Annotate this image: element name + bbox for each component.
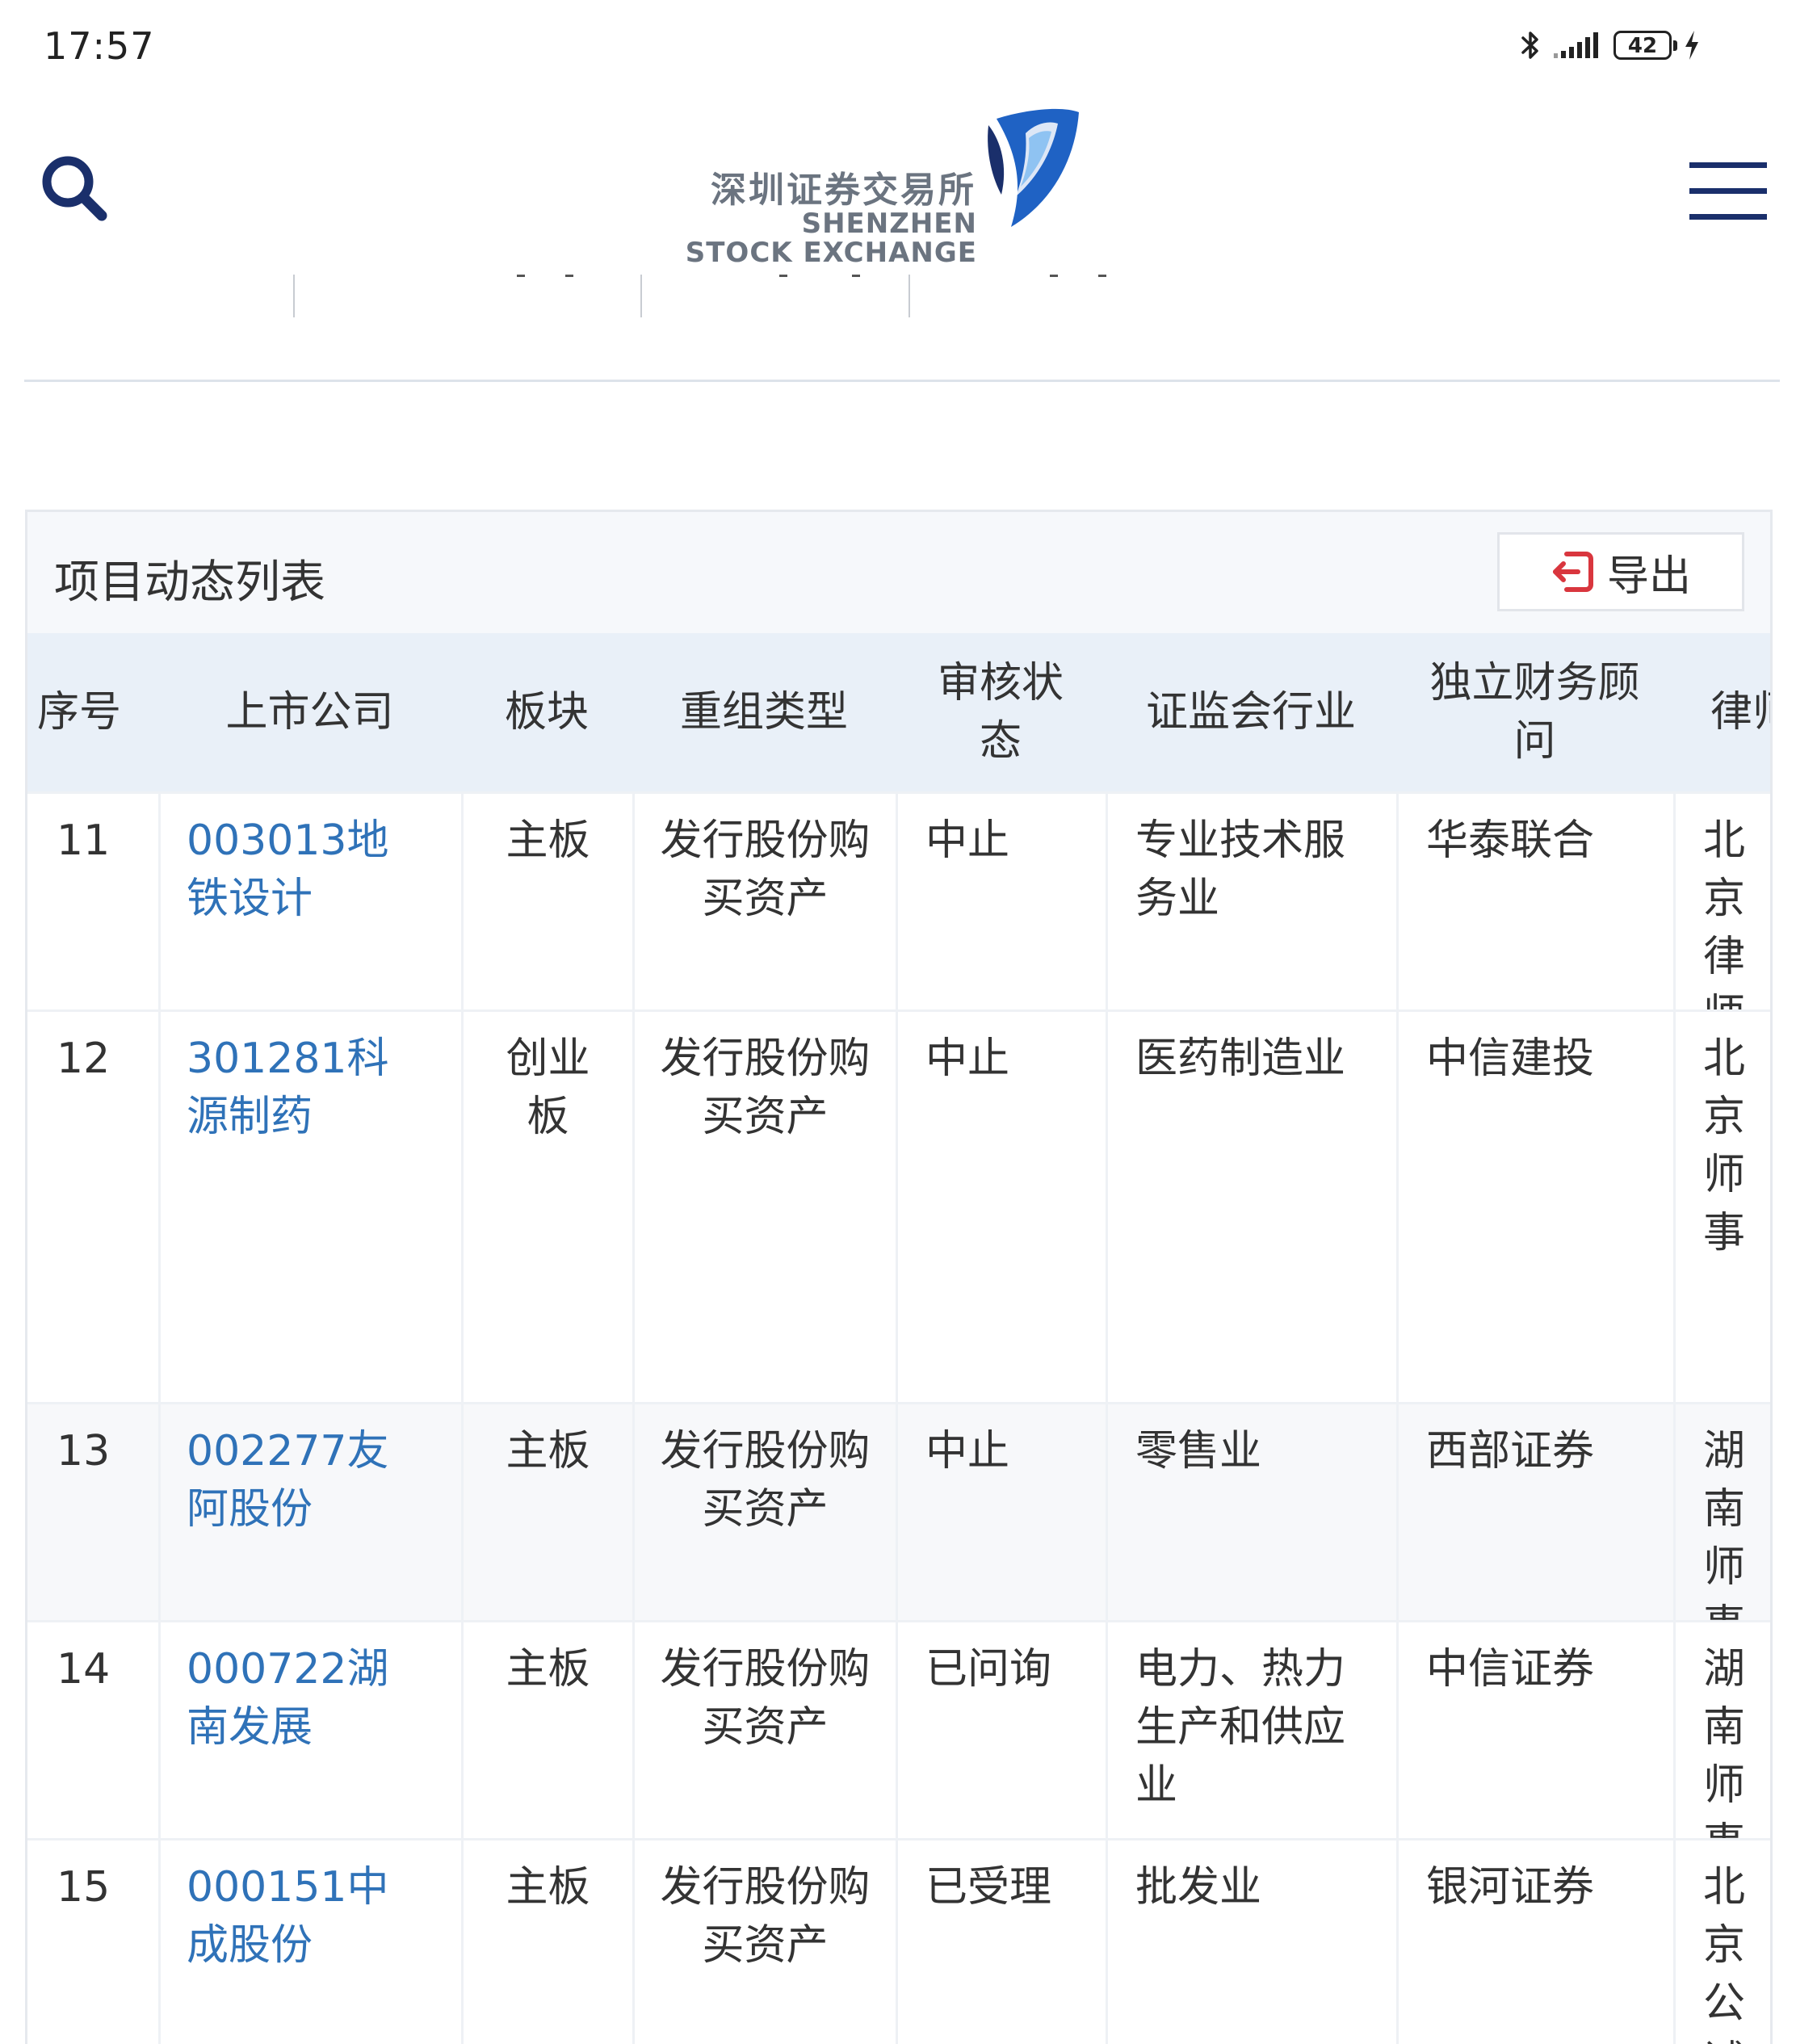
bluetooth-icon (1521, 31, 1538, 59)
tab-remnant-mark (779, 275, 787, 277)
column-header-no: 序号 (37, 688, 122, 737)
signal-icon (1554, 32, 1598, 58)
row-board: 创业板 (461, 1012, 632, 1402)
column-header-board: 板块 (504, 688, 589, 737)
logo-chinese-name: 深圳证券交易所 (711, 170, 976, 211)
column-header-advisor: 独立财务顾问 (1429, 659, 1640, 766)
row-company: 000151中成股份 (158, 1840, 461, 2044)
tab-divider (908, 275, 910, 317)
row-company: 003013地铁设计 (158, 794, 461, 1009)
status-bar: 17:57 42 (0, 0, 1796, 101)
header-divider (24, 380, 1780, 382)
tab-remnant-mark (1098, 275, 1106, 277)
company-link[interactable]: 000151中成股份 (187, 1863, 389, 1970)
row-type: 发行股份购买资产 (632, 1404, 896, 1620)
charging-bolt-icon (1685, 31, 1698, 60)
row-advisor: 中信证券 (1396, 1622, 1673, 1838)
column-header-lawyer: 律师 (1710, 688, 1770, 737)
table-row: 12 301281科源制药 创业板 发行股份购买资产 中止 医药制造业 中信建投… (27, 1009, 1770, 1402)
column-header-industry: 证监会行业 (1145, 688, 1356, 737)
row-no: 12 (57, 1035, 111, 1083)
table-row: 15 000151中成股份 主板 发行股份购买资产 已受理 批发业 银河证券 北… (27, 1838, 1770, 2044)
row-lawyer: 北京师事 (1673, 1012, 1770, 1402)
table-header: 序号 上市公司 板块 重组类型 审核状态 证监会行业 独立财务顾问 律师 (27, 633, 1770, 791)
column-header-status: 审核状态 (937, 659, 1064, 766)
row-company: 000722湖南发展 (158, 1622, 461, 1838)
table-row: 11 003013地铁设计 主板 发行股份购买资产 中止 专业技术服务业 华泰联… (27, 791, 1770, 1009)
row-industry: 专业技术服务业 (1106, 794, 1396, 1009)
row-status: 中止 (896, 794, 1106, 1009)
search-icon (42, 156, 107, 221)
tab-remnant-mark (852, 275, 860, 277)
project-list-panel: 项目动态列表 导出 序号 上市公司 板块 重组类型 审核状态 证监会行业 独立财… (25, 510, 1773, 2044)
menu-icon (1689, 162, 1767, 220)
status-time: 17:57 (44, 24, 155, 68)
tab-strip-remnant (0, 275, 1796, 323)
row-advisor: 西部证券 (1396, 1404, 1673, 1620)
row-type: 发行股份购买资产 (632, 1622, 896, 1838)
tab-remnant-mark (517, 275, 525, 277)
tab-divider (293, 275, 295, 317)
row-no: 15 (57, 1863, 111, 1912)
row-board: 主板 (461, 1840, 632, 2044)
row-advisor: 中信建投 (1396, 1012, 1673, 1402)
row-no: 11 (57, 816, 111, 865)
row-lawyer: 湖南师事 (1673, 1404, 1770, 1620)
tab-remnant-mark (1050, 275, 1058, 277)
row-type: 发行股份购买资产 (632, 1012, 896, 1402)
row-industry: 电力、热力生产和供应业 (1106, 1622, 1396, 1838)
row-advisor: 华泰联合 (1396, 794, 1673, 1009)
row-type: 发行股份购买资产 (632, 794, 896, 1009)
row-status: 中止 (896, 1012, 1106, 1402)
row-board: 主板 (461, 794, 632, 1009)
logo-mark-icon (988, 108, 1079, 227)
menu-button[interactable] (1683, 159, 1772, 224)
company-link[interactable]: 003013地铁设计 (187, 816, 389, 923)
column-header-company: 上市公司 (225, 688, 394, 737)
row-company: 002277友阿股份 (158, 1404, 461, 1620)
table-row: 14 000722湖南发展 主板 发行股份购买资产 已问询 电力、热力生产和供应… (27, 1620, 1770, 1838)
row-industry: 零售业 (1106, 1404, 1396, 1620)
app-header: 深圳证券交易所 SHENZHEN STOCK EXCHANGE (0, 101, 1796, 275)
battery-level: 42 (1627, 34, 1658, 58)
tab-remnant-mark (565, 275, 573, 277)
row-no: 14 (57, 1645, 111, 1694)
status-icons: 42 (1520, 29, 1701, 61)
row-advisor: 银河证券 (1396, 1840, 1673, 2044)
panel-title: 项目动态列表 (54, 556, 325, 609)
battery-icon: 42 (1613, 31, 1677, 60)
column-header-type: 重组类型 (679, 688, 848, 737)
szse-logo[interactable]: 深圳证券交易所 SHENZHEN STOCK EXCHANGE (686, 106, 1090, 271)
row-status: 已问询 (896, 1622, 1106, 1838)
table-row: 13 002277友阿股份 主板 发行股份购买资产 中止 零售业 西部证券 湖南… (27, 1402, 1770, 1620)
row-type: 发行股份购买资产 (632, 1840, 896, 2044)
row-lawyer: 湖南师事 (1673, 1622, 1770, 1838)
company-link[interactable]: 000722湖南发展 (187, 1645, 389, 1752)
row-board: 主板 (461, 1622, 632, 1838)
row-company: 301281科源制药 (158, 1012, 461, 1402)
row-industry: 批发业 (1106, 1840, 1396, 2044)
export-label: 导出 (1606, 552, 1691, 601)
company-link[interactable]: 301281科源制药 (187, 1035, 389, 1141)
panel-header: 项目动态列表 导出 (27, 512, 1770, 633)
logo-english-line1: SHENZHEN (801, 208, 977, 240)
row-status: 已受理 (896, 1840, 1106, 2044)
logo-english-line2: STOCK EXCHANGE (685, 237, 977, 269)
row-no: 13 (57, 1427, 111, 1475)
logo-english-name: SHENZHEN STOCK EXCHANGE (686, 209, 977, 267)
row-status: 中止 (896, 1404, 1106, 1620)
tab-divider (640, 275, 642, 317)
row-industry: 医药制造业 (1106, 1012, 1396, 1402)
export-icon (1552, 552, 1593, 592)
row-lawyer: 北京律师 (1673, 794, 1770, 1009)
export-button[interactable]: 导出 (1497, 532, 1744, 611)
company-link[interactable]: 002277友阿股份 (187, 1427, 389, 1534)
search-button[interactable] (36, 149, 116, 230)
row-lawyer: 北京公诚务所 (1673, 1840, 1770, 2044)
row-board: 主板 (461, 1404, 632, 1620)
